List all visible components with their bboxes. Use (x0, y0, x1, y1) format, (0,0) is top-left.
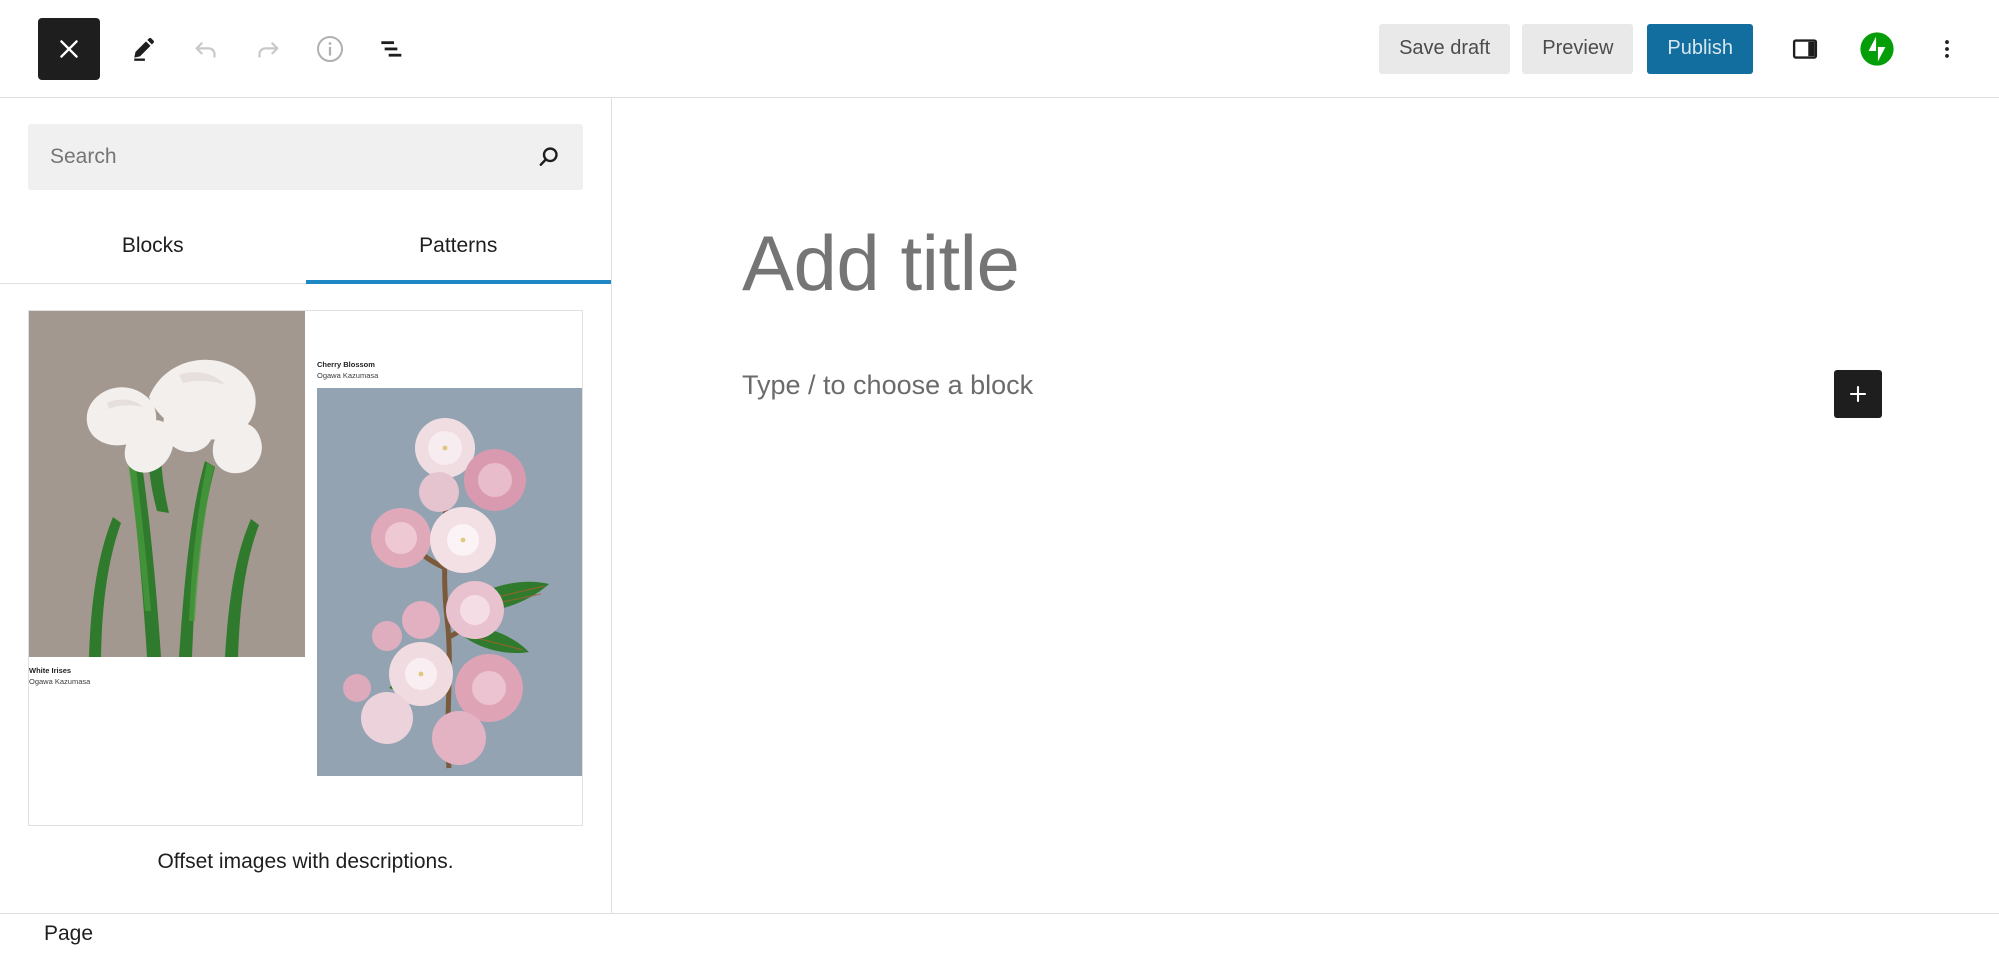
search-box[interactable] (28, 124, 583, 190)
caption-white-irises: White Irises Ogawa Kazumasa (29, 657, 305, 688)
white-irises-image (29, 311, 305, 657)
editor-footer: Page (0, 913, 1999, 953)
caption-artist: Ogawa Kazumasa (29, 677, 91, 687)
redo-icon (258, 41, 279, 58)
search-icon (539, 147, 558, 166)
save-draft-button[interactable]: Save draft (1379, 23, 1511, 74)
sidebar-toggle-button[interactable] (1775, 19, 1835, 79)
search-input[interactable] (28, 124, 583, 190)
block-inserter-panel: Blocks Patterns (0, 98, 612, 953)
undo-button[interactable] (175, 18, 237, 80)
publish-button[interactable]: Publish (1647, 23, 1753, 74)
close-button[interactable] (38, 17, 100, 80)
more-menu-button[interactable] (1917, 19, 1977, 79)
tab-patterns[interactable]: Patterns (305, 220, 611, 284)
tab-blocks[interactable]: Blocks (0, 220, 306, 284)
pattern-preview: White Irises Ogawa Kazumasa Cherry Bloss… (28, 310, 583, 826)
header-left-tools (38, 17, 423, 80)
pattern-card-offset-images[interactable]: White Irises Ogawa Kazumasa Cherry Bloss… (28, 310, 583, 874)
search-icon-button[interactable] (529, 137, 569, 177)
pattern-label: Offset images with descriptions. (157, 850, 454, 873)
details-info-icon (317, 35, 343, 62)
plus-icon (1849, 385, 1867, 403)
edit-mode-button[interactable] (113, 18, 175, 80)
list-view-icon (381, 40, 402, 57)
caption-title: White Irises (29, 666, 72, 675)
sidebar-toggle-icon (1792, 38, 1818, 59)
pattern-image-group-left: White Irises Ogawa Kazumasa (29, 311, 305, 688)
editor-header-toolbar: Save draft Preview Publish (0, 0, 1999, 98)
cherry-blossom-image (317, 387, 582, 776)
undo-icon (195, 41, 216, 58)
header-right-actions: Save draft Preview Publish (1379, 19, 1977, 79)
search-section (0, 98, 611, 190)
default-block-prompt[interactable]: Type / to choose a block (742, 370, 1033, 401)
preview-button[interactable]: Preview (1522, 23, 1634, 74)
breadcrumb-page[interactable]: Page (44, 922, 93, 946)
caption-title: Cherry Blossom (317, 360, 375, 369)
list-view-button[interactable] (361, 18, 423, 80)
wordpress-block-editor: Save draft Preview Publish Search Blocks… (0, 0, 1999, 953)
pattern-list: White Irises Ogawa Kazumasa Cherry Bloss… (0, 284, 611, 874)
redo-button[interactable] (237, 18, 299, 80)
jetpack-button[interactable] (1847, 19, 1907, 79)
close-icon (60, 39, 78, 58)
caption-cherry-blossom: Cherry Blossom Ogawa Kazumasa (317, 359, 582, 388)
add-block-button[interactable] (1834, 370, 1882, 418)
post-title-input[interactable]: Add title (742, 224, 1020, 302)
editor-canvas: Add title Type / to choose a block (612, 98, 1999, 953)
edit-pencil-icon (134, 37, 154, 61)
more-vertical-icon (1945, 39, 1949, 58)
jetpack-icon (1860, 31, 1894, 66)
pattern-image-group-right: Cherry Blossom Ogawa Kazumasa (317, 359, 582, 776)
inserter-tabs: Blocks Patterns (0, 220, 611, 284)
details-button[interactable] (299, 18, 361, 80)
caption-artist: Ogawa Kazumasa (317, 371, 379, 381)
